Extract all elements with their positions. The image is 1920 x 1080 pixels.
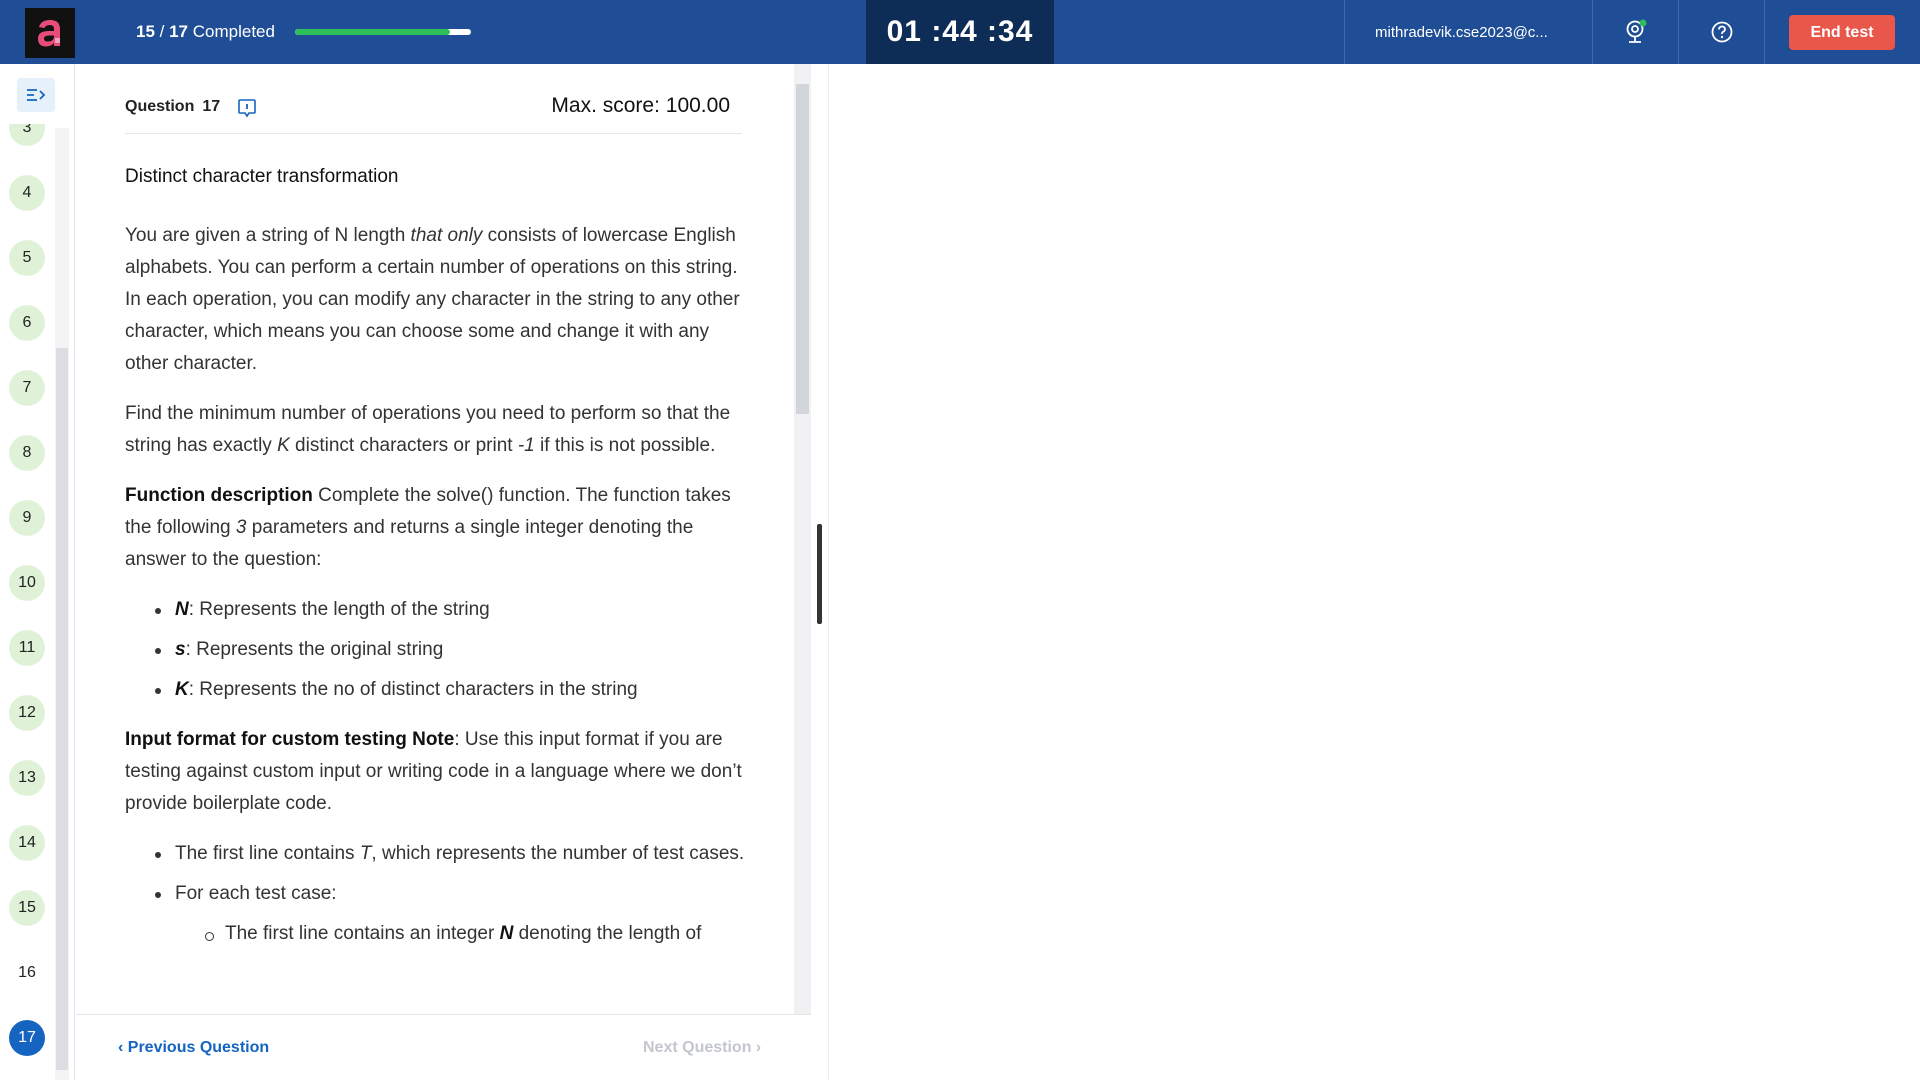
- user-email[interactable]: mithradevik.cse2023@c...: [1344, 0, 1592, 64]
- input-format-list: The first line contains T, which represe…: [125, 838, 749, 950]
- question-number-list: 3 4 5 6 7 8 9 10 11 12 13 14 15 16 17: [0, 124, 54, 1080]
- question-nav-item-3[interactable]: 3: [9, 124, 45, 146]
- collapse-panel-icon: [27, 89, 46, 101]
- webcam-icon: [1626, 19, 1646, 43]
- resize-handle[interactable]: [817, 524, 822, 624]
- input-format-subitem: The first line contains an integer N den…: [125, 918, 749, 950]
- question-nav-item-6[interactable]: 6: [9, 305, 45, 341]
- question-nav-item-5[interactable]: 5: [9, 240, 45, 276]
- question-navigator: 3 4 5 6 7 8 9 10 11 12 13 14 15 16 17: [0, 64, 75, 1080]
- countdown-timer: 01 :44 :34: [866, 0, 1054, 64]
- toggle-sidebar-button[interactable]: [17, 78, 55, 112]
- question-nav-item-10[interactable]: 10: [9, 565, 45, 601]
- input-format-note: Input format for custom testing Note: Us…: [125, 729, 742, 814]
- question-number-label: Question 17: [125, 98, 221, 115]
- navigator-scrollbar-thumb[interactable]: [56, 348, 68, 1070]
- parameter-item: N: Represents the length of the string: [125, 594, 749, 626]
- parameter-list: N: Represents the length of the string s…: [125, 594, 749, 706]
- question-nav-item-8[interactable]: 8: [9, 435, 45, 471]
- question-scrollbar[interactable]: [794, 64, 811, 1014]
- max-score: Max. score: 100.00: [551, 94, 730, 117]
- top-bar: 15 / 17 Completed 01 :44 :34 mithradevik…: [0, 0, 1920, 64]
- panel-resize-divider[interactable]: [811, 64, 829, 1080]
- help-icon: [1711, 21, 1732, 43]
- previous-question-button[interactable]: ‹ Previous Question: [118, 1039, 269, 1057]
- brand-logo: [25, 8, 75, 58]
- help-button[interactable]: [1678, 0, 1764, 64]
- question-header: Question 17 Max. score: 100.00: [125, 92, 742, 134]
- progress-bar-fill: [294, 29, 450, 35]
- question-nav-item-12[interactable]: 12: [9, 695, 45, 731]
- code-editor-panel: [830, 64, 1920, 1080]
- progress-indicator: 15 / 17 Completed: [107, 0, 471, 64]
- parameter-item: K: Represents the no of distinct charact…: [125, 674, 749, 706]
- question-nav-item-17[interactable]: 17: [9, 1020, 45, 1056]
- question-body: You are given a string of N length that …: [125, 220, 749, 968]
- progress-text: 15 / 17 Completed: [136, 22, 275, 41]
- question-nav-item-11[interactable]: 11: [9, 630, 45, 666]
- question-nav-item-15[interactable]: 15: [9, 890, 45, 926]
- next-question-button[interactable]: Next Question ›: [643, 1039, 761, 1057]
- problem-statement: You are given a string of N length that …: [125, 225, 740, 374]
- question-nav-item-16[interactable]: 16: [9, 955, 45, 991]
- question-nav-item-7[interactable]: 7: [9, 370, 45, 406]
- input-format-item: The first line contains T, which represe…: [125, 838, 749, 870]
- question-scrollbar-thumb[interactable]: [796, 84, 809, 414]
- function-description: Function description Complete the solve(…: [125, 485, 731, 570]
- question-nav-item-9[interactable]: 9: [9, 500, 45, 536]
- question-nav-item-4[interactable]: 4: [9, 175, 45, 211]
- question-title: Distinct character transformation: [125, 166, 399, 187]
- question-info-icon[interactable]: [237, 98, 257, 125]
- input-format-item: For each test case:: [125, 878, 749, 910]
- task-statement: Find the minimum number of operations yo…: [125, 403, 731, 456]
- navigator-scrollbar[interactable]: [55, 128, 69, 1080]
- progress-bar: [294, 29, 471, 35]
- parameter-item: s: Represents the original string: [125, 634, 749, 666]
- question-nav-item-13[interactable]: 13: [9, 760, 45, 796]
- question-nav-item-14[interactable]: 14: [9, 825, 45, 861]
- question-panel: Question 17 Max. score: 100.00 Distinct c…: [76, 64, 794, 1014]
- end-test-button[interactable]: End test: [1789, 15, 1895, 50]
- question-footer: ‹ Previous Question Next Question ›: [76, 1014, 811, 1080]
- webcam-status-button[interactable]: [1592, 0, 1678, 64]
